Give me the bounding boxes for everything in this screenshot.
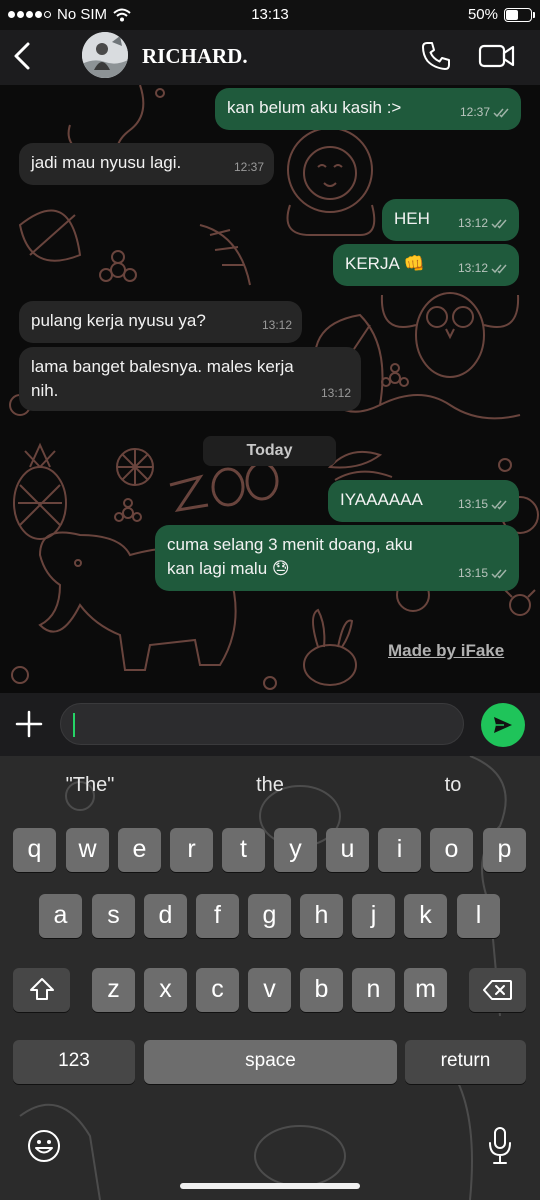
message-text: KERJA 👊 xyxy=(345,254,425,273)
message-meta: 13:12 xyxy=(458,256,509,280)
composer-bar xyxy=(0,693,540,756)
message-bubble-incoming[interactable]: pulang kerja nyusu ya? 13:12 xyxy=(19,301,302,343)
microphone-icon[interactable] xyxy=(486,1126,514,1166)
message-text: kan belum aku kasih :> xyxy=(227,98,402,117)
key-i[interactable]: i xyxy=(378,828,421,872)
message-text: IYAAAAAA xyxy=(340,490,423,509)
read-receipt-icon xyxy=(491,219,507,229)
message-text: jadi mau nyusu lagi. xyxy=(31,153,182,172)
suggestion-2[interactable]: the xyxy=(220,774,320,797)
message-time: 13:12 xyxy=(261,318,292,332)
return-key[interactable]: return xyxy=(405,1040,526,1084)
back-chevron-icon[interactable] xyxy=(10,40,36,72)
send-button[interactable] xyxy=(481,703,525,747)
message-meta: 13:15 xyxy=(458,561,509,585)
key-f[interactable]: f xyxy=(196,894,239,938)
watermark: Made by iFake xyxy=(388,641,505,660)
read-receipt-icon xyxy=(491,569,507,579)
message-bubble-outgoing[interactable]: cuma selang 3 menit doang, aku kan lagi … xyxy=(155,525,519,591)
chat-area[interactable]: kan belum aku kasih :> 12:37 jadi mau ny… xyxy=(0,85,540,693)
key-w[interactable]: w xyxy=(66,828,109,872)
space-key[interactable]: space xyxy=(144,1040,397,1084)
key-q[interactable]: q xyxy=(13,828,56,872)
battery-percent: 50% xyxy=(467,6,498,23)
read-receipt-icon xyxy=(491,500,507,510)
key-p[interactable]: p xyxy=(483,828,526,872)
message-bubble-outgoing[interactable]: KERJA 👊 13:12 xyxy=(333,244,519,286)
message-meta: 12:37 xyxy=(234,155,264,179)
numbers-key[interactable]: 123 xyxy=(13,1040,135,1084)
key-r[interactable]: r xyxy=(170,828,213,872)
video-camera-icon[interactable] xyxy=(478,42,516,70)
read-receipt-icon xyxy=(491,264,507,274)
message-meta: 13:15 xyxy=(458,492,509,516)
message-time: 13:12 xyxy=(320,386,351,400)
message-text: cuma selang 3 menit doang, aku kan lagi … xyxy=(167,535,413,578)
read-receipt-icon xyxy=(493,108,509,118)
message-time: 13:12 xyxy=(457,261,488,275)
message-time: 12:37 xyxy=(459,105,490,119)
suggestion-1[interactable]: "The" xyxy=(40,774,140,797)
message-bubble-outgoing[interactable]: IYAAAAAA 13:15 xyxy=(328,480,519,522)
key-t[interactable]: t xyxy=(222,828,265,872)
backspace-icon xyxy=(482,980,512,1000)
key-o[interactable]: o xyxy=(430,828,473,872)
key-n[interactable]: n xyxy=(352,968,395,1012)
key-y[interactable]: y xyxy=(274,828,317,872)
keyboard: "The" the to q w e r t y u i o p a s d f… xyxy=(0,756,540,1200)
message-time: 13:15 xyxy=(457,566,488,580)
key-a[interactable]: a xyxy=(39,894,82,938)
key-e[interactable]: e xyxy=(118,828,161,872)
day-divider: Today xyxy=(203,436,336,466)
message-bubble-outgoing[interactable]: kan belum aku kasih :> 12:37 xyxy=(215,88,521,130)
key-u[interactable]: u xyxy=(326,828,369,872)
message-input[interactable] xyxy=(60,703,505,745)
status-bar: No SIM 13:13 50% xyxy=(0,0,540,30)
message-time: 13:12 xyxy=(457,216,488,230)
message-text: pulang kerja nyusu ya? xyxy=(31,311,206,330)
send-arrow-icon xyxy=(494,717,512,733)
message-meta: 12:37 xyxy=(460,100,511,124)
key-j[interactable]: j xyxy=(352,894,395,938)
key-s[interactable]: s xyxy=(92,894,135,938)
phone-icon[interactable] xyxy=(420,40,452,72)
avatar[interactable] xyxy=(82,32,128,78)
message-time: 13:15 xyxy=(457,497,488,511)
message-meta: 13:12 xyxy=(458,211,509,235)
plus-icon[interactable] xyxy=(14,709,44,739)
message-bubble-incoming[interactable]: lama banget balesnya. males kerja nih. 1… xyxy=(19,347,361,411)
message-text: HEH xyxy=(394,209,430,228)
emoji-icon[interactable] xyxy=(26,1128,62,1164)
message-text: lama banget balesnya. males kerja nih. xyxy=(31,357,294,400)
key-m[interactable]: m xyxy=(404,968,447,1012)
home-indicator[interactable] xyxy=(180,1183,360,1189)
chat-header: RICHARD. xyxy=(0,30,540,85)
battery-icon xyxy=(504,7,535,22)
key-c[interactable]: c xyxy=(196,968,239,1012)
key-l[interactable]: l xyxy=(457,894,500,938)
message-bubble-outgoing[interactable]: HEH 13:12 xyxy=(382,199,519,241)
status-time: 13:13 xyxy=(251,6,289,23)
status-right: 50% xyxy=(467,6,535,23)
key-g[interactable]: g xyxy=(248,894,291,938)
key-x[interactable]: x xyxy=(144,968,187,1012)
shift-key[interactable] xyxy=(13,968,70,1012)
key-k[interactable]: k xyxy=(404,894,447,938)
shift-arrow-icon xyxy=(29,978,54,1000)
message-meta: 13:12 xyxy=(321,381,351,405)
key-d[interactable]: d xyxy=(144,894,187,938)
avatar-photo xyxy=(82,32,128,78)
backspace-key[interactable] xyxy=(469,968,526,1012)
message-meta: 13:12 xyxy=(262,313,292,337)
text-cursor xyxy=(73,713,75,737)
key-h[interactable]: h xyxy=(300,894,343,938)
key-z[interactable]: z xyxy=(92,968,135,1012)
message-time: 12:37 xyxy=(233,160,264,174)
suggestion-3[interactable]: to xyxy=(403,774,503,797)
message-bubble-incoming[interactable]: jadi mau nyusu lagi. 12:37 xyxy=(19,143,274,185)
contact-name[interactable]: RICHARD. xyxy=(142,44,248,69)
key-v[interactable]: v xyxy=(248,968,291,1012)
key-b[interactable]: b xyxy=(300,968,343,1012)
